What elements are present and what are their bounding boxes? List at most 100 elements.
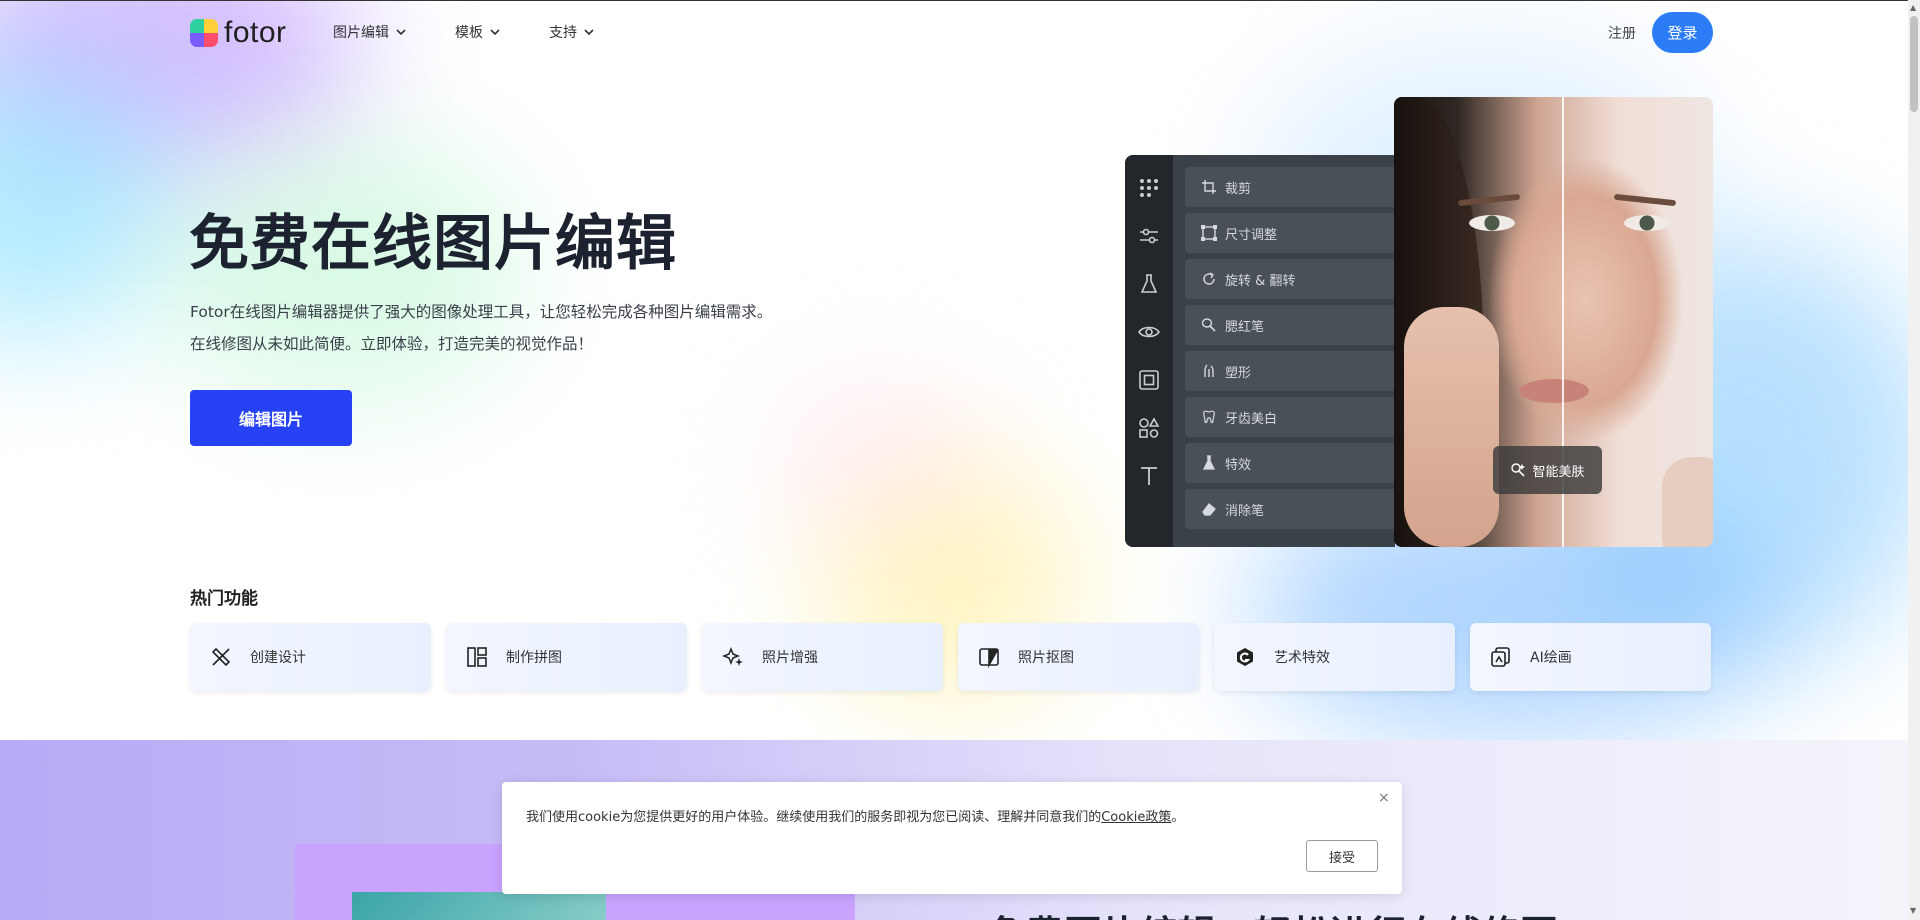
smart-skin-chip[interactable]: 智能美肤: [1493, 446, 1602, 494]
tool-eraser[interactable]: 消除笔: [1185, 489, 1395, 529]
magic-wand-icon: [1511, 463, 1526, 477]
tool-label: 特效: [1225, 457, 1252, 473]
nav-item-label: 图片编辑: [333, 25, 389, 41]
hot-features-title: 热门功能: [190, 589, 258, 609]
cookie-banner: 我们使用cookie为您提供更好的用户体验。继续使用我们的服务即视为您已阅读、理…: [502, 782, 1402, 894]
feature-ai-painting[interactable]: AI绘画: [1470, 623, 1711, 691]
tool-label: 旋转 & 翻转: [1225, 273, 1296, 289]
editor-tool-rail: [1125, 155, 1173, 547]
feature-label: 制作拼图: [506, 650, 562, 666]
portrait-hand: [1662, 457, 1713, 547]
hero-desc-line: Fotor在线图片编辑器提供了强大的图像处理工具，让您轻松完成各种图片编辑需求。: [190, 303, 773, 321]
blush-brush-icon: [1201, 318, 1216, 332]
grid-dots-icon[interactable]: [1137, 176, 1161, 200]
eraser-icon: [1202, 503, 1216, 516]
chevron-down-icon: [396, 29, 406, 36]
tool-resize[interactable]: 尺寸调整: [1185, 213, 1395, 253]
frame-icon[interactable]: [1137, 368, 1161, 392]
tool-label: 尺寸调整: [1225, 227, 1278, 243]
rotate-icon: [1203, 272, 1215, 285]
design-tools-icon: [211, 647, 231, 667]
hot-features-list: 创建设计 制作拼图 照片增强 照片抠图 艺术特效 AI绘画: [190, 623, 1711, 691]
cookie-text: 我们使用cookie为您提供更好的用户体验。继续使用我们的服务即视为您已阅读、理…: [526, 806, 1184, 825]
login-button[interactable]: 登录: [1652, 12, 1713, 53]
editor-tool-list: 裁剪 尺寸调整 旋转 & 翻转 腮红笔 塑形 牙齿美白 特效 消除笔: [1185, 167, 1395, 535]
flask-icon: [1202, 455, 1216, 470]
tool-label: 消除笔: [1225, 503, 1265, 519]
nav-item-label: 支持: [549, 25, 577, 41]
feature-collage[interactable]: 制作拼图: [446, 623, 687, 691]
tool-crop[interactable]: 裁剪: [1185, 167, 1395, 207]
adjust-sliders-icon[interactable]: [1137, 224, 1161, 248]
reshape-icon: [1204, 364, 1214, 377]
feature-label: 照片增强: [762, 650, 818, 666]
bg-blob: [780, 390, 980, 530]
signup-link[interactable]: 注册: [1608, 23, 1636, 43]
feature-remove-bg[interactable]: 照片抠图: [958, 623, 1199, 691]
cookie-period: 。: [1171, 810, 1185, 825]
lower-heading: 免费图片编辑，轻松进行在线修图: [988, 904, 1558, 920]
tool-label: 腮红笔: [1225, 319, 1265, 335]
crop-icon: [1202, 180, 1216, 194]
lower-preview-image: [352, 892, 606, 920]
feature-enhance[interactable]: 照片增强: [702, 623, 943, 691]
tool-label: 牙齿美白: [1225, 411, 1278, 427]
tool-blush[interactable]: 腮红笔: [1185, 305, 1395, 345]
chevron-down-icon: [584, 29, 594, 36]
feature-label: 艺术特效: [1274, 650, 1330, 666]
portrait-brow: [1613, 193, 1677, 207]
enhance-sparkle-icon: [722, 646, 743, 666]
feature-label: AI绘画: [1530, 650, 1572, 666]
feature-label: 照片抠图: [1018, 650, 1074, 666]
scrollbar-thumb[interactable]: [1910, 16, 1918, 112]
tool-label: 塑形: [1225, 365, 1252, 381]
collage-icon: [467, 647, 487, 667]
editor-preview-panel: 裁剪 尺寸调整 旋转 & 翻转 腮红笔 塑形 牙齿美白 特效 消除笔: [1125, 155, 1395, 547]
tooth-icon: [1203, 410, 1215, 424]
shapes-icon[interactable]: [1137, 416, 1161, 440]
fotor-logo[interactable]: fotor: [190, 16, 287, 50]
ai-art-icon: [1491, 647, 1510, 667]
chevron-down-icon: [490, 29, 500, 36]
nav-item-templates[interactable]: 模板: [455, 22, 501, 42]
window-top-border: [0, 0, 1920, 1]
page-scrollbar[interactable]: ▲ ▼: [1908, 0, 1920, 920]
hero-description: Fotor在线图片编辑器提供了强大的图像处理工具，让您轻松完成各种图片编辑需求。…: [190, 296, 772, 360]
feature-label: 创建设计: [250, 650, 306, 666]
feature-create-design[interactable]: 创建设计: [190, 623, 431, 691]
tool-teeth-whitening[interactable]: 牙齿美白: [1185, 397, 1395, 437]
tool-rotate-flip[interactable]: 旋转 & 翻转: [1185, 259, 1395, 299]
nav-item-label: 模板: [455, 25, 483, 41]
portrait-hand: [1404, 307, 1499, 547]
site-header: fotor 图片编辑 模板 支持 注册 登录: [0, 0, 1908, 66]
scroll-up-arrow-icon[interactable]: ▲: [1910, 3, 1916, 12]
close-icon[interactable]: ×: [1378, 790, 1390, 806]
portrait-eye: [1624, 215, 1670, 231]
text-icon[interactable]: [1137, 464, 1161, 488]
cutout-icon: [979, 648, 999, 668]
tool-reshape[interactable]: 塑形: [1185, 351, 1395, 391]
edit-photo-button[interactable]: 编辑图片: [190, 390, 352, 446]
tool-label: 裁剪: [1225, 181, 1252, 197]
nav-item-photo-edit[interactable]: 图片编辑: [333, 22, 407, 42]
fotor-logo-icon: [190, 19, 218, 47]
hero-desc-line: 在线修图从未如此简便。立即体验，打造完美的视觉作品！: [190, 335, 594, 353]
tool-effects[interactable]: 特效: [1185, 443, 1395, 483]
resize-icon: [1201, 225, 1217, 241]
before-after-portrait: 智能美肤: [1394, 97, 1713, 547]
portrait-eye: [1469, 215, 1515, 231]
nav-item-support[interactable]: 支持: [549, 22, 595, 42]
cookie-policy-link[interactable]: Cookie政策: [1101, 810, 1171, 825]
feature-art-effects[interactable]: 艺术特效: [1214, 623, 1455, 691]
hero-title: 免费在线图片编辑: [189, 209, 677, 279]
cookie-message: 我们使用cookie为您提供更好的用户体验。继续使用我们的服务即视为您已阅读、理…: [526, 810, 1102, 825]
logo-text: fotor: [224, 16, 287, 49]
main-nav: 图片编辑 模板 支持: [333, 22, 643, 42]
portrait-lips: [1519, 379, 1589, 403]
eye-icon[interactable]: [1137, 320, 1161, 344]
flask-icon[interactable]: [1137, 272, 1161, 296]
smart-skin-label: 智能美肤: [1532, 464, 1585, 480]
accept-cookie-button[interactable]: 接受: [1306, 840, 1378, 872]
scroll-down-arrow-icon[interactable]: ▼: [1910, 906, 1916, 915]
art-effect-icon: [1237, 648, 1253, 666]
